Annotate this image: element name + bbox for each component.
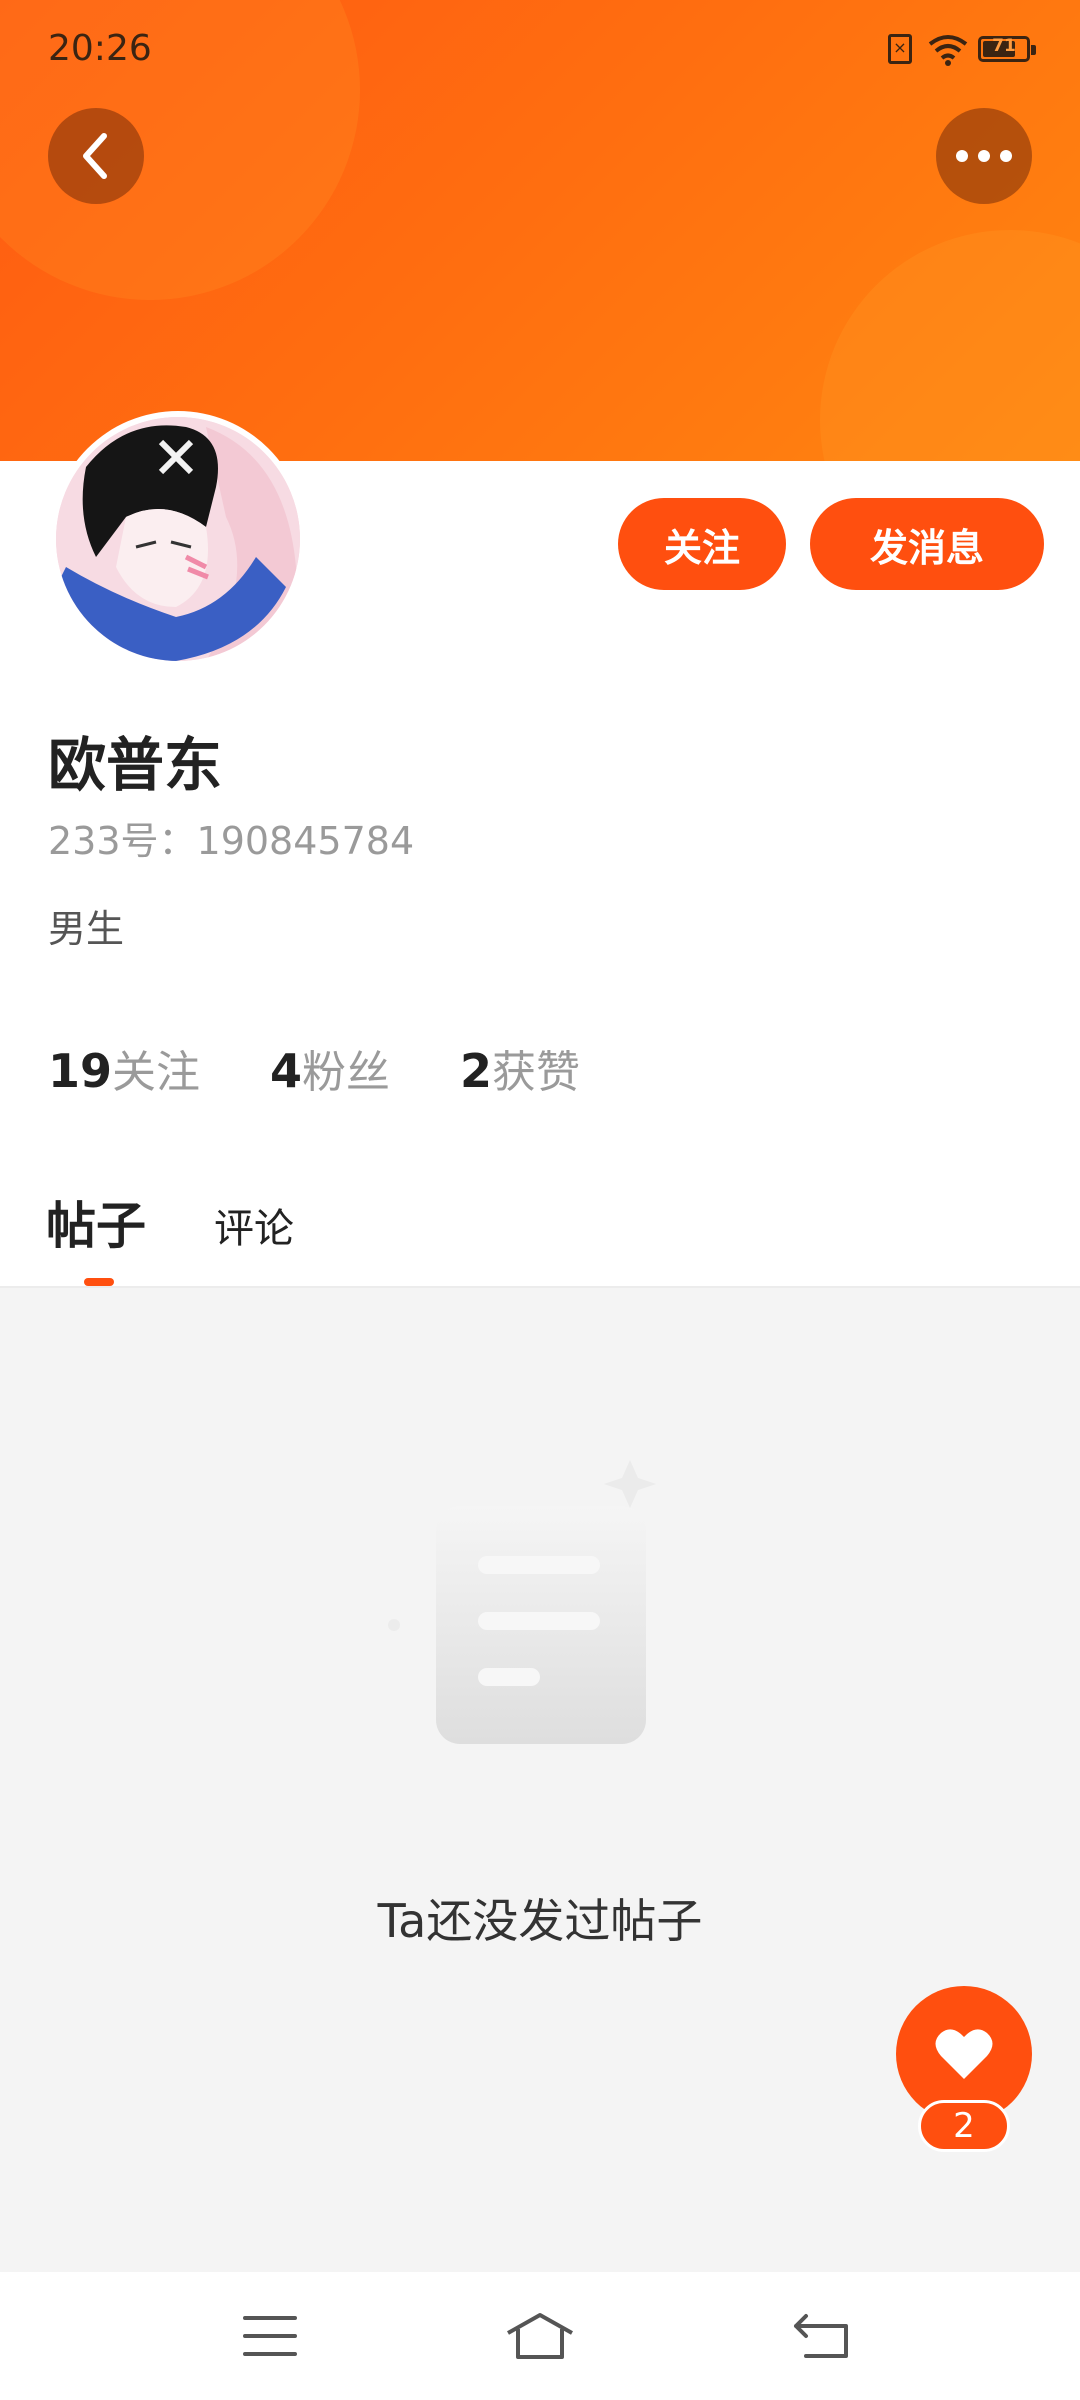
like-count-badge: 2 [918, 2100, 1010, 2152]
wifi-icon [928, 32, 968, 66]
chevron-left-icon [76, 130, 116, 182]
user-gender: 男生 [48, 898, 124, 953]
sim-card-icon: × [888, 34, 912, 64]
profile-stats: 19关注 4粉丝 2获赞 [48, 1036, 636, 1100]
avatar-illustration [56, 417, 300, 661]
stat-label: 获赞 [492, 1047, 580, 1098]
status-time: 20:26 [48, 28, 152, 69]
user-id: 233号：190845784 [48, 810, 414, 865]
home-icon[interactable] [500, 2296, 580, 2376]
empty-document-icon [380, 1450, 700, 1770]
more-button[interactable] [936, 108, 1032, 204]
more-dots-icon [954, 149, 1014, 163]
stat-number: 19 [48, 1044, 112, 1098]
tab-comments[interactable]: 评论 [214, 1196, 294, 1254]
avatar[interactable] [50, 411, 306, 667]
stat-label: 粉丝 [302, 1047, 390, 1098]
stat-label: 关注 [112, 1047, 200, 1098]
tab-posts[interactable]: 帖子 [46, 1186, 146, 1258]
active-tab-indicator [84, 1278, 114, 1286]
back-icon[interactable] [782, 2296, 862, 2376]
battery-level: 71 [981, 36, 1027, 56]
follow-button[interactable]: 关注 [618, 498, 786, 590]
divider [0, 1286, 1080, 1288]
stat-number: 4 [270, 1044, 302, 1098]
back-button[interactable] [48, 108, 144, 204]
stat-followers[interactable]: 4粉丝 [270, 1036, 390, 1100]
stat-likes[interactable]: 2获赞 [460, 1036, 580, 1100]
menu-icon[interactable] [230, 2296, 310, 2376]
banner-decoration [820, 230, 1080, 461]
battery-icon: 71 [978, 36, 1030, 62]
stat-number: 2 [460, 1044, 492, 1098]
stat-following[interactable]: 19关注 [48, 1036, 200, 1100]
system-nav-bar [0, 2272, 1080, 2400]
user-name: 欧普东 [48, 718, 222, 802]
send-message-button[interactable]: 发消息 [810, 498, 1044, 590]
heart-icon [934, 2027, 994, 2081]
empty-state-text: Ta还没发过帖子 [0, 1885, 1080, 1951]
status-bar: 20:26 × 71 [0, 0, 1080, 100]
